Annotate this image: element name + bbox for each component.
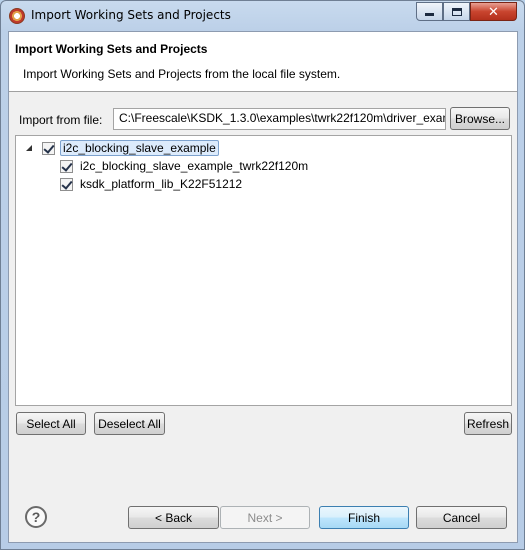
import-path-field[interactable]: C:\Freescale\KSDK_1.3.0\examples\twrk22f… — [113, 108, 446, 130]
maximize-icon — [451, 7, 462, 16]
close-icon: ✕ — [488, 3, 499, 19]
title-bar[interactable]: Import Working Sets and Projects ✕ — [1, 1, 524, 31]
help-icon[interactable]: ? — [25, 506, 47, 528]
page-description: Import Working Sets and Projects from th… — [23, 67, 341, 81]
tree-node-label[interactable]: i2c_blocking_slave_example — [60, 140, 219, 156]
window-title: Import Working Sets and Projects — [31, 8, 231, 22]
dialog-window: Import Working Sets and Projects ✕ Impor… — [0, 0, 525, 550]
child-checkbox[interactable] — [60, 177, 73, 191]
tree-node-label[interactable]: i2c_blocking_slave_example_twrk22f120m — [78, 158, 310, 174]
next-button[interactable]: Next > — [220, 506, 310, 529]
select-all-button[interactable]: Select All — [16, 412, 86, 435]
minimize-button[interactable] — [416, 2, 443, 21]
root-checkbox[interactable] — [42, 141, 55, 155]
back-button[interactable]: < Back — [128, 506, 219, 529]
maximize-button[interactable] — [443, 2, 470, 21]
close-button[interactable]: ✕ — [470, 2, 517, 21]
wizard-header: Import Working Sets and Projects Import … — [9, 32, 517, 92]
tree-node-root[interactable]: i2c_blocking_slave_example — [25, 139, 219, 157]
expanded-triangle-icon[interactable] — [25, 143, 35, 153]
tree-node-label[interactable]: ksdk_platform_lib_K22F51212 — [78, 176, 244, 192]
deselect-all-button[interactable]: Deselect All — [94, 412, 165, 435]
tree-node-child[interactable]: i2c_blocking_slave_example_twrk22f120m — [60, 157, 310, 175]
import-from-label: Import from file: — [19, 113, 103, 127]
refresh-button[interactable]: Refresh — [464, 412, 512, 435]
cancel-button[interactable]: Cancel — [416, 506, 507, 529]
minimize-icon — [425, 13, 434, 16]
tree-node-child[interactable]: ksdk_platform_lib_K22F51212 — [60, 175, 244, 193]
page-title: Import Working Sets and Projects — [15, 42, 208, 56]
project-tree[interactable]: i2c_blocking_slave_example i2c_blocking_… — [15, 135, 512, 406]
finish-button[interactable]: Finish — [319, 506, 409, 529]
child-checkbox[interactable] — [60, 159, 73, 173]
app-logo-icon — [9, 8, 25, 24]
browse-button[interactable]: Browse... — [450, 107, 510, 130]
dialog-client-area: Import Working Sets and Projects Import … — [8, 31, 518, 543]
